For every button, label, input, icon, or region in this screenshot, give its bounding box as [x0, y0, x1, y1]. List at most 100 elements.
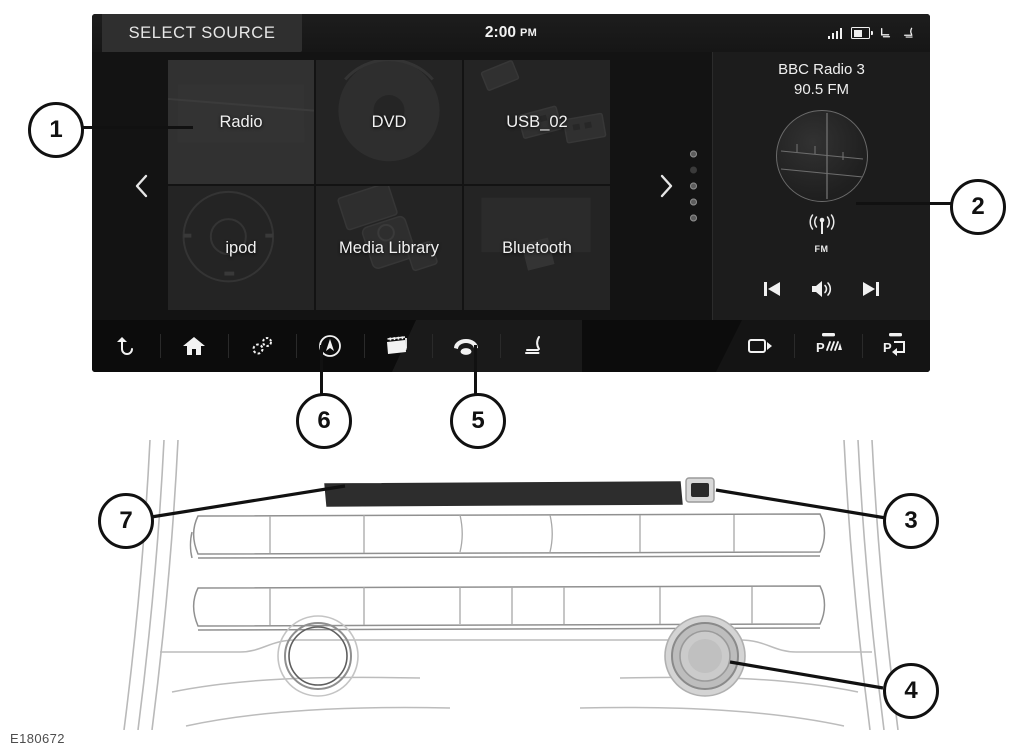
tuner-dial[interactable]: [775, 110, 868, 202]
camera-icon: [748, 339, 772, 353]
callout-leader-6: [320, 345, 323, 400]
toolbar-left-group: [92, 320, 568, 372]
trim-line-right-inner: [843, 440, 871, 730]
home-icon: [183, 337, 205, 355]
callout-6: 6: [296, 393, 352, 449]
source-tile-radio[interactable]: Radio: [168, 60, 314, 184]
park-sensor-icon: P: [816, 333, 842, 355]
usb-art-icon: [480, 60, 607, 144]
source-tile-label: Bluetooth: [502, 238, 572, 257]
signal-strength-icon: [827, 27, 842, 39]
seat-heater-right-icon: [904, 27, 913, 38]
source-tile-label: Radio: [219, 112, 263, 131]
button-strip-lower: [192, 585, 826, 631]
now-playing-panel[interactable]: BBC Radio 3 90.5 FM FM: [712, 52, 930, 320]
band-label: FM: [814, 244, 829, 254]
back-arrow-icon: [117, 337, 133, 355]
figure-code: E180672: [10, 731, 65, 746]
callout-leader-1: [78, 126, 193, 129]
media-button[interactable]: [364, 320, 432, 372]
status-bar: SELECT SOURCE 2:00 PM: [92, 14, 930, 52]
source-tile-usb[interactable]: USB_02: [464, 60, 610, 184]
tuner-dial-scale-icon: [780, 113, 863, 199]
source-tile-label: USB_02: [506, 112, 568, 131]
disc-art-icon: [338, 60, 440, 162]
callout-3: 3: [883, 493, 939, 549]
screen-content: Radio DVD USB_02 ipod Media Library Blue…: [92, 52, 930, 320]
rotary-knob: [664, 615, 746, 697]
settings-button[interactable]: [228, 320, 296, 372]
callout-5: 5: [450, 393, 506, 449]
chevron-left-icon[interactable]: [122, 163, 162, 209]
ipod-art-icon: [182, 190, 275, 283]
callout-leader-5: [474, 345, 477, 400]
battery-icon: [851, 27, 873, 39]
band-indicator: FM: [713, 214, 930, 254]
button-strip-upper: [189, 513, 826, 559]
station-name: BBC Radio 3: [778, 61, 865, 78]
rotary-knob-left: [277, 615, 359, 697]
radio-waves-icon: [809, 214, 834, 234]
station-frequency: 90.5 FM: [793, 81, 850, 98]
chevron-right-icon[interactable]: [646, 163, 686, 209]
navigation-button[interactable]: [296, 320, 364, 372]
skip-back-icon: [763, 282, 780, 296]
source-tile-media-library[interactable]: Media Library: [316, 186, 462, 310]
dashboard-illustration: [120, 440, 910, 730]
callout-1: 1: [28, 102, 84, 158]
source-tile-bluetooth[interactable]: Bluetooth: [464, 186, 610, 310]
park-assist-button[interactable]: P: [862, 320, 930, 372]
clock-ampm: PM: [519, 27, 538, 39]
back-button[interactable]: [92, 320, 160, 372]
next-track-button[interactable]: [854, 276, 888, 302]
infotainment-screen: SELECT SOURCE 2:00 PM Radio DVD USB_02 i…: [92, 14, 930, 372]
speaker-icon: [811, 281, 831, 297]
source-grid-area: Radio DVD USB_02 ipod Media Library Blue…: [92, 52, 710, 320]
page-dot[interactable]: [690, 198, 697, 206]
trim-line-left-mid: [137, 440, 165, 730]
phone-button[interactable]: [432, 320, 500, 372]
clock-time: 2:00: [484, 24, 516, 41]
skip-forward-icon: [863, 282, 880, 296]
home-button[interactable]: [160, 320, 228, 372]
disc-slot: [324, 481, 683, 507]
svg-text:P: P: [816, 340, 825, 355]
source-tile-label: Media Library: [339, 238, 439, 257]
callout-7: 7: [98, 493, 154, 549]
volume-button[interactable]: [805, 276, 839, 302]
camera-button[interactable]: [726, 320, 794, 372]
source-tile-dvd[interactable]: DVD: [316, 60, 462, 184]
library-art-icon: [337, 186, 438, 272]
status-icon-group: [827, 14, 917, 52]
page-dot[interactable]: [690, 150, 697, 158]
page-dot[interactable]: [690, 182, 697, 190]
climate-seat-button[interactable]: [500, 320, 568, 372]
select-source-label: SELECT SOURCE: [128, 23, 276, 42]
toolbar-right-group: P P: [716, 320, 930, 372]
transport-controls: [713, 276, 930, 302]
radio-art-icon: [168, 84, 314, 143]
seat-icon: [525, 336, 540, 354]
park-assist-icon: P: [883, 333, 905, 356]
fascia-contours: [160, 639, 872, 727]
source-tile-label: ipod: [225, 238, 257, 257]
bottom-toolbar: P P: [92, 320, 930, 372]
callout-4: 4: [883, 663, 939, 719]
clapperboard-icon: [387, 336, 407, 354]
bluetooth-art-icon: [481, 197, 591, 271]
source-tile-ipod[interactable]: ipod: [168, 186, 314, 310]
source-tile-label: DVD: [371, 112, 407, 131]
select-source-tab[interactable]: SELECT SOURCE: [102, 14, 302, 52]
trim-line-left-inner: [151, 440, 179, 730]
trim-line-right-mid: [857, 440, 885, 730]
source-tile-grid: Radio DVD USB_02 ipod Media Library Blue…: [168, 60, 610, 310]
trim-line-left-outer: [123, 440, 151, 730]
park-distance-button[interactable]: P: [794, 320, 862, 372]
gears-icon: [252, 337, 272, 355]
seat-heater-left-icon: [880, 27, 891, 37]
page-dot[interactable]: [690, 214, 697, 222]
page-dot[interactable]: [690, 166, 697, 174]
callout-2: 2: [950, 179, 1006, 235]
previous-track-button[interactable]: [755, 276, 789, 302]
page-indicator[interactable]: [690, 150, 697, 222]
